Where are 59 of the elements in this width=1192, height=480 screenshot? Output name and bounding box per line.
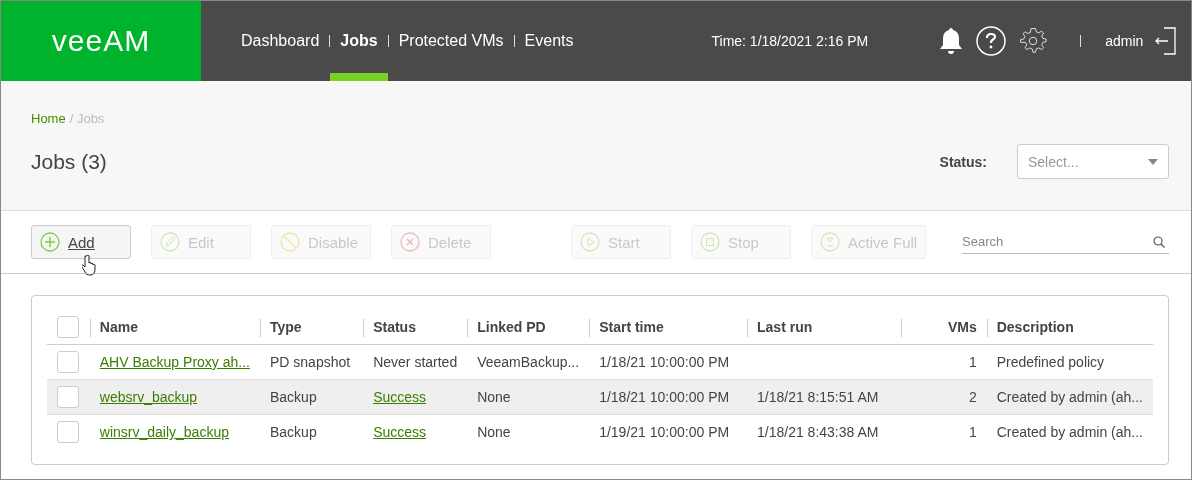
column-header[interactable]: VMs [947,319,977,335]
table-cell: 1/19/21 10:00:00 PM [599,424,730,441]
page-title: Jobs (3) [31,149,108,174]
column-header[interactable]: Name [99,319,138,335]
table-cell: None [477,389,511,405]
full-icon [820,232,840,252]
table-row[interactable]: AHV Backup Proxy ah... PD snapshot Never started VeeamBackup... 1/18/21 10:00:00 PM 1 Predefined policy [47,344,1153,380]
select-all-checkbox[interactable] [57,316,79,338]
table-cell: 1/18/21 10:00:00 PM [599,389,730,405]
bell-icon[interactable] [938,26,965,56]
row-checkbox[interactable] [57,351,79,373]
stop-icon [700,232,720,252]
table-cell: 1 [968,354,977,370]
row-checkbox[interactable] [57,386,79,408]
column-header[interactable]: Status [373,319,416,335]
column-header[interactable]: Description [996,319,1074,335]
start-icon [580,232,600,252]
table-cell: 2 [968,389,977,405]
nav-tab[interactable]: Dashboard [231,1,330,81]
settings-icon[interactable] [1018,26,1049,56]
breadcrumb-current: / Jobs [69,111,105,126]
hand-cursor-icon [82,254,98,276]
table-cell: Backup [269,389,317,405]
table-cell: VeeamBackup... [477,354,580,370]
column-header[interactable]: Linked PD [477,319,546,335]
status-link[interactable]: Success [373,424,427,441]
table-cell: PD snapshot [269,354,351,370]
table-cell: 1/18/21 8:15:51 AM [757,389,879,405]
status-label: Status: [939,153,987,170]
current-time: Time: 1/18/2021 2:16 PM [711,32,869,51]
edit-icon [160,232,180,252]
column-header[interactable]: Last run [757,319,813,335]
disable-icon [280,232,300,252]
table-cell: 1/18/21 10:00:00 PM [599,354,730,370]
delete-icon [400,232,420,252]
table-cell: None [477,424,511,441]
table-cell: Backup [269,424,317,441]
breadcrumb-link[interactable]: Home [31,111,66,126]
column-header[interactable]: Type [269,319,302,335]
job-name-link[interactable]: AHV Backup Proxy ah... [99,354,250,370]
column-header[interactable]: Start time [599,319,664,335]
table-cell: Never started [373,354,458,370]
job-name-link[interactable]: winsrv_daily_backup [99,424,229,441]
add-icon [40,232,60,252]
table-cell: 1 [968,424,977,441]
help-icon[interactable] [976,26,1007,56]
table-row[interactable]: websrv_backup Backup Success None 1/18/21 10:00:00 PM 1/18/21 8:15:51 AM 2 Created by admin (ah... [47,379,1153,415]
table-cell: Predefined policy [996,354,1105,370]
table-cell: Created by admin (ah... [996,424,1143,441]
search-icon [1153,236,1165,248]
nav-tab[interactable]: Protected VMs [388,1,514,81]
table-cell: Created by admin (ah... [996,389,1143,405]
logout-icon[interactable] [1155,26,1178,56]
row-checkbox[interactable] [57,421,79,444]
user-name[interactable]: admin [1105,33,1144,49]
search-field[interactable]: Search [962,230,1169,254]
caret-icon [1148,158,1158,165]
table-cell: 1/18/21 8:43:38 AM [757,424,879,441]
nav-tab[interactable]: Events [514,1,584,81]
